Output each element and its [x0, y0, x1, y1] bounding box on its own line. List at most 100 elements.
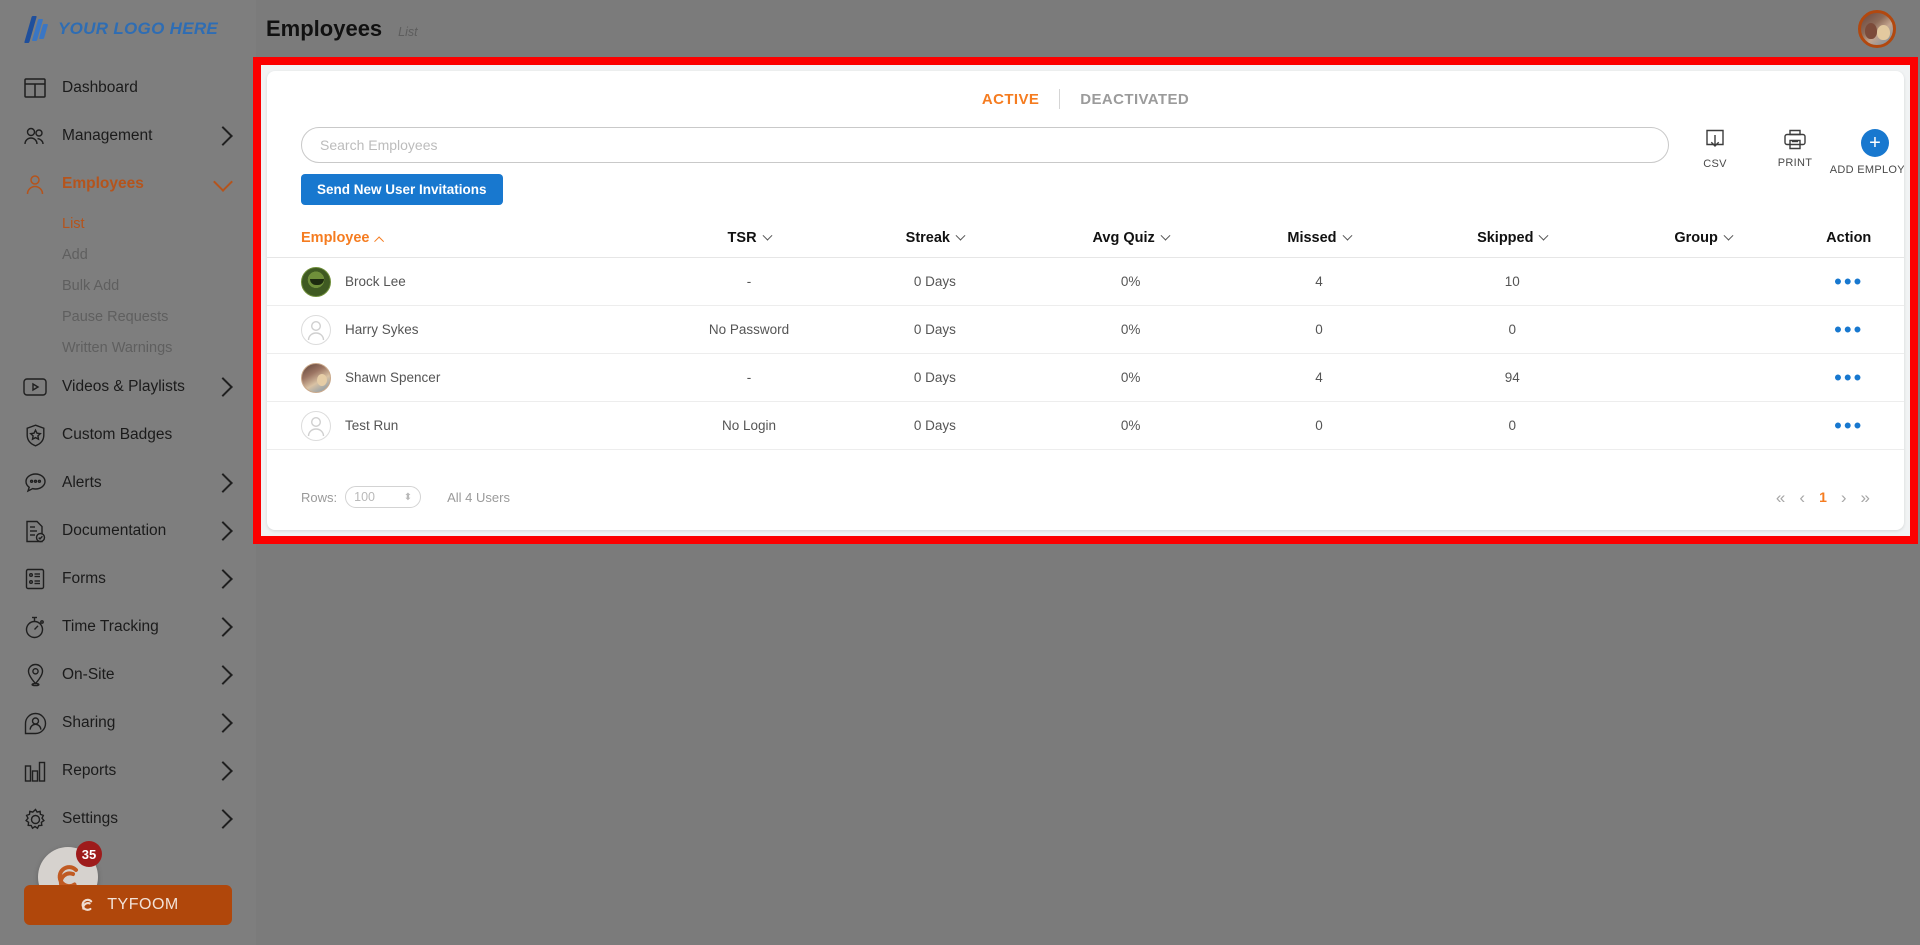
column-header-employee[interactable]: Employee — [267, 221, 664, 258]
sidebar-item-employees[interactable]: Employees — [0, 160, 256, 208]
add-employee-label: ADD EMPLOYEE — [1829, 164, 1904, 176]
first-page-button[interactable]: « — [1776, 489, 1785, 506]
print-label: PRINT — [1777, 157, 1813, 169]
employee-name: Harry Sykes — [345, 322, 419, 337]
table-head: Employee TSR Streak Avg Quiz Missed Skip… — [267, 221, 1904, 258]
sidebar-subitem-list[interactable]: List — [0, 208, 256, 239]
column-header-tsr[interactable]: TSR — [663, 221, 835, 258]
stopwatch-icon — [22, 614, 48, 640]
sidebar-subitem-bulk-add[interactable]: Bulk Add — [0, 270, 256, 301]
table-row[interactable]: Brock Lee - 0 Days 0% 4 10 ••• — [267, 257, 1904, 306]
tab-deactivated[interactable]: DEACTIVATED — [1060, 91, 1209, 108]
column-header-avg-quiz[interactable]: Avg Quiz — [1035, 221, 1227, 258]
next-page-button[interactable]: › — [1841, 489, 1847, 506]
row-actions-menu-button[interactable]: ••• — [1834, 269, 1863, 294]
sidebar-item-custom-badges[interactable]: Custom Badges — [0, 411, 256, 459]
tab-active[interactable]: ACTIVE — [962, 91, 1059, 108]
last-page-button[interactable]: » — [1861, 489, 1870, 506]
cell-avg-quiz: 0% — [1035, 305, 1227, 354]
employee-identity: Brock Lee — [301, 266, 664, 297]
prev-page-button[interactable]: ‹ — [1799, 489, 1805, 506]
cell-tsr: No Login — [663, 401, 835, 450]
plus-circle-icon: + — [1861, 129, 1889, 157]
sidebar-item-label: Time Tracking — [62, 618, 159, 635]
person-icon — [22, 171, 48, 197]
table-row[interactable]: Test Run No Login 0 Days 0% 0 0 ••• — [267, 401, 1904, 450]
cell-skipped: 0 — [1411, 305, 1613, 354]
tyfoom-button-label: TYFOOM — [107, 896, 179, 913]
cell-action: ••• — [1793, 305, 1904, 354]
column-header-skipped[interactable]: Skipped — [1411, 221, 1613, 258]
search-input[interactable] — [301, 127, 1669, 163]
dashboard-icon — [22, 75, 48, 101]
sidebar-item-time-tracking[interactable]: Time Tracking — [0, 603, 256, 651]
cell-avg-quiz: 0% — [1035, 353, 1227, 402]
print-button[interactable]: PRINT — [1767, 129, 1823, 169]
csv-export-button[interactable]: CSV — [1687, 129, 1743, 170]
row-actions-menu-button[interactable]: ••• — [1834, 365, 1863, 390]
sidebar-item-dashboard[interactable]: Dashboard — [0, 64, 256, 112]
chevron-right-icon — [213, 809, 233, 829]
sidebar-item-alerts[interactable]: Alerts — [0, 459, 256, 507]
tyfoom-swirl-icon — [81, 898, 93, 911]
sidebar-subitem-label: Pause Requests — [62, 308, 169, 325]
add-employee-button[interactable]: + ADD EMPLOYEE — [1830, 129, 1904, 176]
table-row[interactable]: Harry Sykes No Password 0 Days 0% 0 0 ••… — [267, 305, 1904, 354]
column-header-group[interactable]: Group — [1612, 221, 1794, 258]
sidebar-subitem-add[interactable]: Add — [0, 239, 256, 270]
column-header-action: Action — [1793, 221, 1904, 258]
column-header-streak[interactable]: Streak — [834, 221, 1036, 258]
sidebar-item-label: Dashboard — [62, 79, 138, 96]
placeholder-person-icon — [307, 416, 325, 436]
row-actions-menu-button[interactable]: ••• — [1834, 413, 1863, 438]
sidebar-item-label: Management — [62, 127, 153, 144]
sidebar-item-on-site[interactable]: On-Site — [0, 651, 256, 699]
chevron-updown-icon: ⬍ — [403, 491, 413, 503]
cell-missed: 0 — [1226, 305, 1412, 354]
sort-asc-icon — [373, 236, 384, 246]
sidebar-subitem-label: Written Warnings — [62, 339, 173, 356]
current-page-number[interactable]: 1 — [1819, 490, 1827, 504]
alert-chat-icon — [22, 470, 48, 496]
cell-group — [1612, 353, 1794, 402]
sidebar-item-reports[interactable]: Reports — [0, 747, 256, 795]
cell-employee: Test Run — [267, 401, 664, 450]
tyfoom-button[interactable]: TYFOOM — [24, 885, 232, 925]
rows-per-page-select[interactable]: 100 ⬍ — [345, 486, 422, 508]
send-invitations-button[interactable]: Send New User Invitations — [301, 174, 503, 205]
download-csv-icon — [1706, 129, 1724, 147]
pagination: « ‹ 1 › » — [1776, 489, 1870, 506]
table-actions: CSV PRINT + ADD EMPLOYEE — [1687, 127, 1904, 176]
avatar — [301, 314, 331, 345]
cell-missed: 4 — [1226, 353, 1412, 402]
sidebar-item-forms[interactable]: Forms — [0, 555, 256, 603]
employees-table: Employee TSR Streak Avg Quiz Missed Skip… — [267, 221, 1904, 450]
sidebar-subitem-pause-requests[interactable]: Pause Requests — [0, 301, 256, 332]
cell-streak: 0 Days — [834, 257, 1036, 306]
sidebar-subitem-written-warnings[interactable]: Written Warnings — [0, 332, 256, 363]
sidebar-item-sharing[interactable]: Sharing — [0, 699, 256, 747]
sort-desc-icon — [1160, 230, 1171, 241]
status-tabs: ACTIVE DEACTIVATED — [267, 71, 1904, 127]
sidebar-item-settings[interactable]: Settings — [0, 795, 256, 843]
sort-desc-icon — [1723, 230, 1734, 241]
app-logo[interactable]: YOUR LOGO HERE — [0, 0, 256, 58]
sidebar-subitem-label: Add — [62, 246, 88, 263]
cell-missed: 4 — [1226, 257, 1412, 306]
logo-text: YOUR LOGO HERE — [58, 19, 219, 38]
avatar — [301, 266, 331, 297]
employee-name: Test Run — [345, 418, 399, 433]
table-body: Brock Lee - 0 Days 0% 4 10 ••• Harry Syk… — [267, 257, 1904, 450]
sidebar-item-management[interactable]: Management — [0, 112, 256, 160]
cell-avg-quiz: 0% — [1035, 257, 1227, 306]
row-actions-menu-button[interactable]: ••• — [1834, 317, 1863, 342]
printer-icon — [1784, 129, 1806, 150]
table-row[interactable]: Shawn Spencer - 0 Days 0% 4 94 ••• — [267, 353, 1904, 402]
video-icon — [22, 374, 48, 400]
sidebar-item-documentation[interactable]: Documentation — [0, 507, 256, 555]
avatar[interactable] — [1858, 10, 1896, 48]
sidebar-item-videos-playlists[interactable]: Videos & Playlists — [0, 363, 256, 411]
sidebar-item-label: On-Site — [62, 666, 115, 683]
cell-tsr: No Password — [663, 305, 835, 354]
column-header-missed[interactable]: Missed — [1226, 221, 1412, 258]
